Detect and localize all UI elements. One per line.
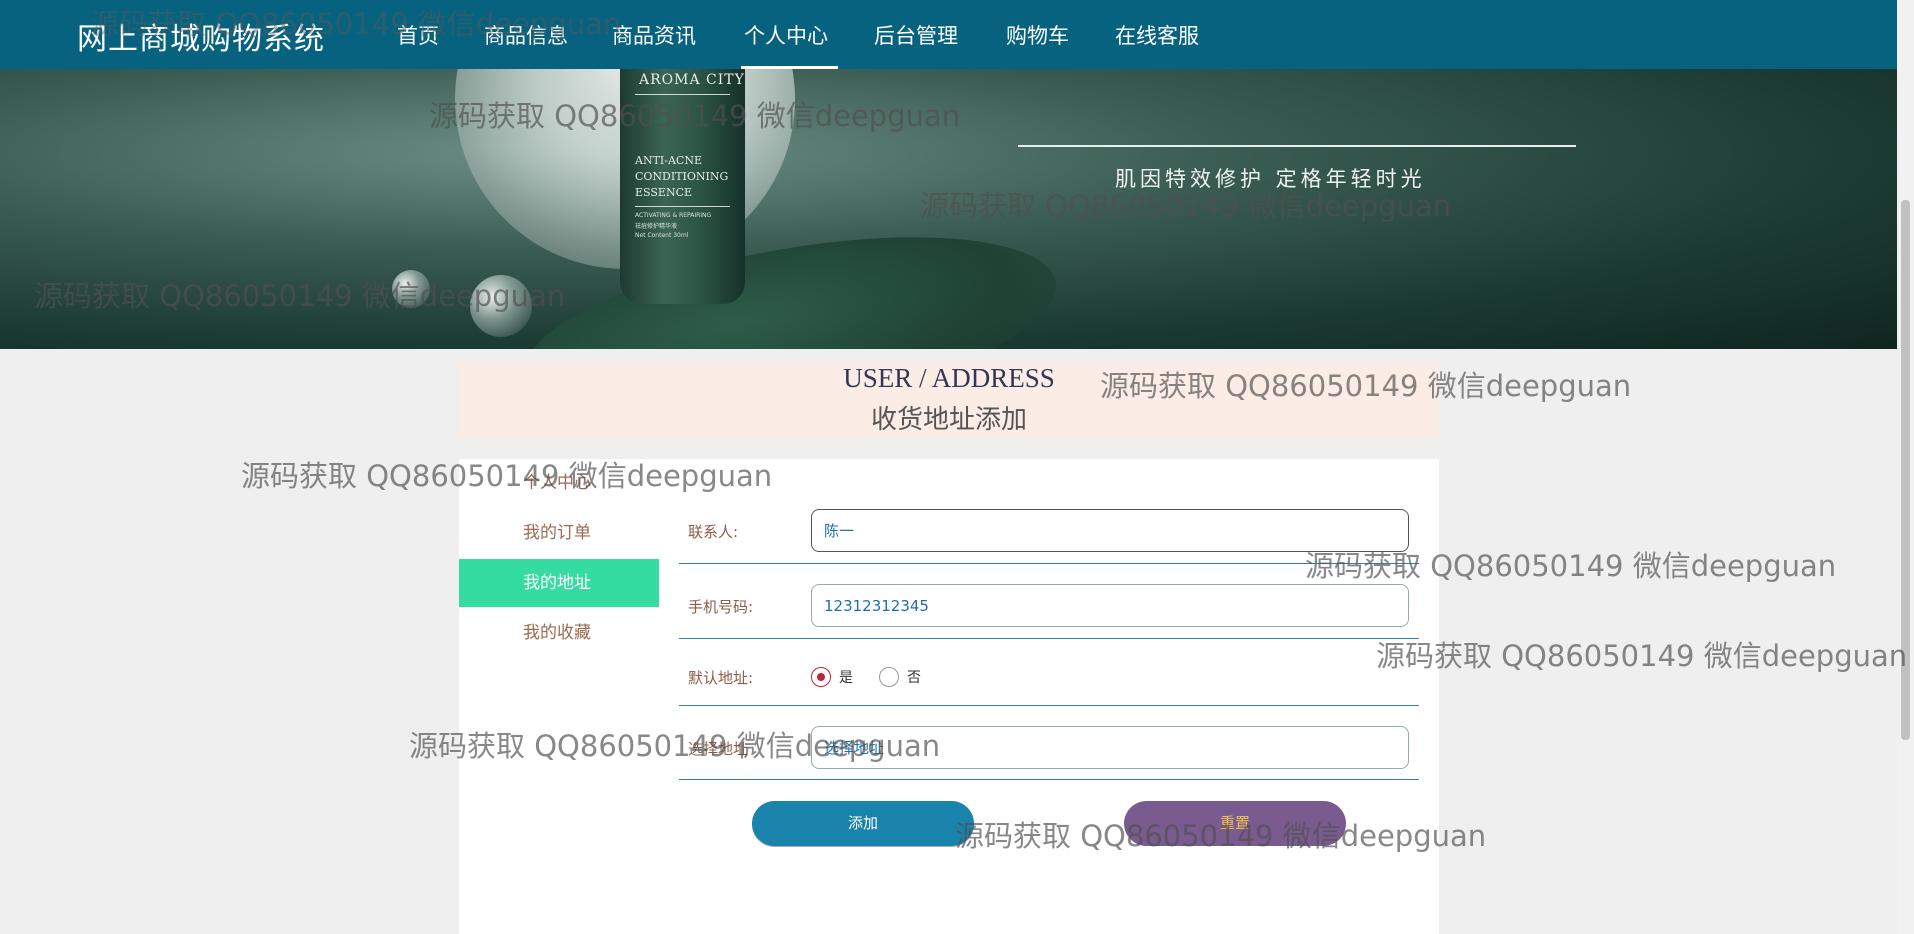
nav-item-home[interactable]: 首页 xyxy=(397,20,439,50)
bottle-divider xyxy=(635,94,730,95)
row-divider xyxy=(679,563,1419,564)
radio-no-label: 否 xyxy=(907,670,921,686)
sidebar-item-favorites[interactable]: 我的收藏 xyxy=(459,609,659,657)
radio-default-no[interactable]: 否 xyxy=(879,667,921,687)
row-divider xyxy=(679,638,1419,639)
bottle-brand-text: AROMA CITY xyxy=(639,72,745,88)
sidebar-item-addresses[interactable]: 我的地址 xyxy=(459,559,659,607)
nav-item-cart[interactable]: 购物车 xyxy=(1006,20,1069,50)
nav-item-news[interactable]: 商品资讯 xyxy=(612,20,696,50)
slogan-divider xyxy=(1018,145,1576,147)
sidebar-item-orders[interactable]: 我的订单 xyxy=(459,509,659,557)
address-select-input[interactable] xyxy=(811,726,1409,769)
bottle-text-line: ESSENCE xyxy=(635,186,693,199)
banner-slogan: 肌因特效修护 定格年轻时光 xyxy=(1115,167,1426,191)
top-navbar: 网上商城购物系统 首页 商品信息 商品资讯 个人中心 后台管理 购物车 在线客服 xyxy=(0,0,1897,69)
section-header: USER / ADDRESS 收货地址添加 xyxy=(459,361,1439,438)
default-address-label: 默认地址: xyxy=(688,669,754,687)
water-drop-graphic xyxy=(392,270,430,308)
reset-button[interactable]: 重置 xyxy=(1124,801,1346,846)
watermark-text: 源码获取 QQ86050149 微信deepguan xyxy=(1376,639,1908,673)
section-title-en: USER / ADDRESS xyxy=(843,363,1055,393)
bottle-small-text: ACTIVATING & REPAIRING xyxy=(635,212,712,219)
water-drop-graphic xyxy=(470,275,532,337)
radio-button-checked[interactable] xyxy=(811,667,831,687)
bottle-small-text: 祛痘修护精华液 xyxy=(635,223,678,230)
row-divider xyxy=(679,779,1419,780)
bottle-text-line: CONDITIONING xyxy=(635,170,729,183)
bottle-small-text: Net Content 30ml xyxy=(635,232,689,239)
radio-yes-label: 是 xyxy=(839,670,853,686)
section-title-cn: 收货地址添加 xyxy=(870,405,1027,435)
nav-item-products[interactable]: 商品信息 xyxy=(484,20,568,50)
phone-input[interactable] xyxy=(811,584,1409,627)
row-divider xyxy=(679,705,1419,706)
radio-default-yes[interactable]: 是 xyxy=(811,667,853,687)
address-label: 选择地址 xyxy=(688,740,749,758)
radio-button[interactable] xyxy=(879,667,899,687)
contact-label: 联系人: xyxy=(688,523,739,541)
bottle-text-line: ANTI-ACNE xyxy=(635,154,702,167)
site-brand[interactable]: 网上商城购物系统 xyxy=(77,14,325,58)
nav-item-customer-service[interactable]: 在线客服 xyxy=(1115,20,1199,50)
address-panel: 个人中心 我的订单 我的地址 我的收藏 联系人: 手机号码: 默认地址: 是 否… xyxy=(459,459,1439,934)
contact-input[interactable] xyxy=(811,509,1409,552)
nav-item-admin[interactable]: 后台管理 xyxy=(874,20,958,50)
add-button[interactable]: 添加 xyxy=(752,801,974,846)
nav-item-personal-center[interactable]: 个人中心 xyxy=(741,20,838,69)
bottle-divider xyxy=(635,206,730,207)
sidebar-title: 个人中心 xyxy=(523,473,591,493)
phone-label: 手机号码: xyxy=(688,598,754,616)
product-bottle-image: AROMA CITY ANTI-ACNE CONDITIONING ESSENC… xyxy=(620,69,745,304)
banner-carousel[interactable]: AROMA CITY ANTI-ACNE CONDITIONING ESSENC… xyxy=(0,69,1897,349)
page-scrollbar-thumb[interactable] xyxy=(1901,200,1910,740)
